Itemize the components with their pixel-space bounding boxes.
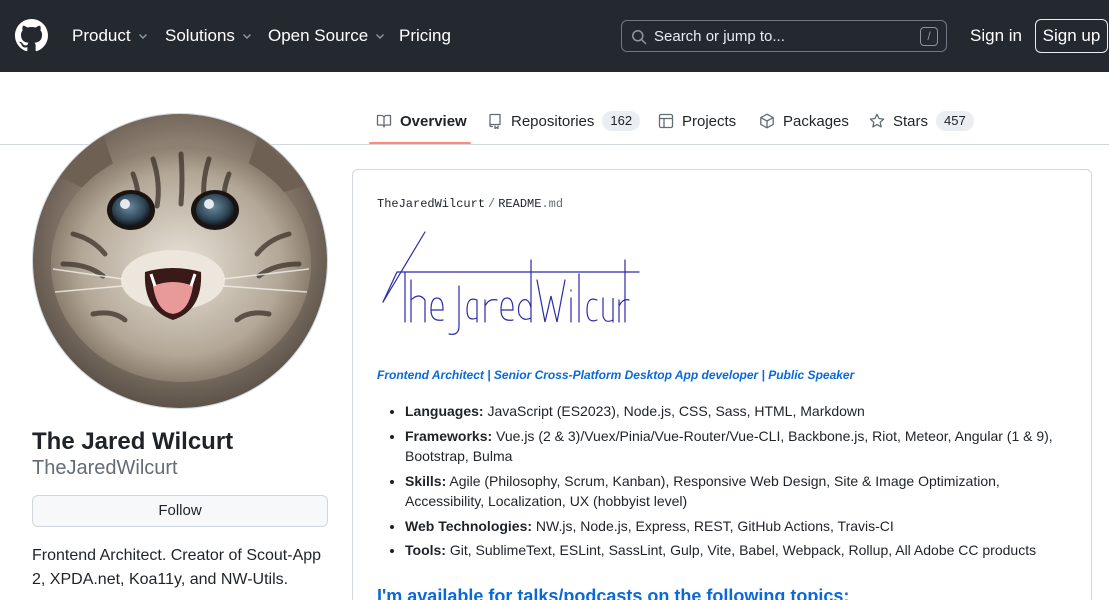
readme-tagline: Frontend Architect | Senior Cross-Platfo… [377,368,855,382]
nav-pricing[interactable]: Pricing [399,25,451,47]
selected-tab-indicator [369,142,471,144]
profile-full-name: The Jared Wilcurt [32,428,234,455]
site-header: Product Solutions Open Source Pricing Se… [0,0,1109,72]
nav-solutions-label: Solutions [165,26,235,45]
skill-category-label: Frameworks: [405,427,493,444]
follow-button[interactable]: Follow [32,495,328,527]
chevron-down-icon [242,34,251,39]
readme-owner-link[interactable]: TheJaredWilcurt [377,197,485,211]
list-item: Web Technologies: NW.js, Node.js, Expres… [405,516,1065,537]
tab-stars[interactable]: Stars 457 [869,110,974,132]
list-item: Skills: Agile (Philosophy, Scrum, Kanban… [405,471,1065,512]
skill-category-text: Agile (Philosophy, Scrum, Kanban), Respo… [405,472,1000,510]
profile-username: TheJaredWilcurt [32,457,178,479]
list-item: Languages: JavaScript (ES2023), Node.js,… [405,401,1065,422]
skill-category-text: JavaScript (ES2023), Node.js, CSS, Sass,… [483,403,865,419]
readme-file-name: README [498,197,542,211]
skill-category-text: Vue.js (2 & 3)/Vuex/Pinia/Vue-Router/Vue… [405,427,1053,465]
skill-category-text: NW.js, Node.js, Express, REST, GitHub Ac… [532,517,894,534]
skill-category-label: Web Technologies: [405,517,533,534]
profile-readme: TheJaredWilcurt / README.md Frontend Arc… [352,169,1092,600]
skills-list: Languages: JavaScript (ES2023), Node.js,… [405,401,1065,565]
package-icon [760,113,774,129]
talks-heading-link[interactable]: I'm available for talks/podcasts on the … [377,584,849,600]
tab-overview[interactable]: Overview [376,110,467,132]
search-placeholder: Search or jump to... [654,28,785,45]
book-icon [376,114,392,128]
table-icon [658,113,674,129]
github-mark-icon[interactable] [15,19,48,52]
nav-product[interactable]: Product [72,25,149,47]
nav-solutions[interactable]: Solutions [165,25,253,47]
skill-category-label: Languages: [405,403,484,419]
tab-stars-label: Stars [893,112,929,130]
tab-packages[interactable]: Packages [759,110,849,132]
tab-projects-label: Projects [682,112,737,130]
nav-product-label: Product [72,26,131,45]
signature-logo [382,231,640,335]
avatar[interactable] [32,113,328,409]
readme-file-extension: .md [541,197,564,211]
profile-bio: Frontend Architect. Creator of Scout-App… [32,547,322,588]
stars-count-badge: 457 [936,111,974,131]
sign-in-link[interactable]: Sign in [970,25,1022,47]
star-icon [869,113,885,128]
repositories-count-badge: 162 [602,111,641,131]
list-item: Frameworks: Vue.js (2 & 3)/Vuex/Pinia/Vu… [405,426,1065,467]
nav-open-source-label: Open Source [268,26,369,45]
skill-category-label: Tools: [405,542,446,558]
tab-repositories[interactable]: Repositories 162 [487,110,641,132]
readme-breadcrumb: TheJaredWilcurt / README.md [377,196,563,212]
list-item: Tools: Git, SublimeText, ESLint, SassLin… [405,540,1065,561]
nav-pricing-label: Pricing [399,26,451,45]
tab-packages-label: Packages [783,112,849,130]
nav-open-source[interactable]: Open Source [268,25,386,47]
sign-up-button[interactable]: Sign up [1035,19,1108,53]
kitten-avatar-image [33,114,327,408]
repo-icon [489,113,501,129]
search-shortcut-key: / [920,27,938,46]
search-input[interactable]: Search or jump to... / [621,20,947,52]
tab-projects[interactable]: Projects [658,110,736,132]
search-icon [632,30,647,45]
breadcrumb-separator: / [488,197,496,211]
chevron-down-icon [376,34,385,39]
tab-repositories-label: Repositories [511,112,595,130]
tab-overview-label: Overview [400,112,467,130]
skill-category-label: Skills: [405,472,447,489]
chevron-down-icon [138,34,147,39]
skill-category-text: Git, SublimeText, ESLint, SassLint, Gulp… [445,542,1037,558]
